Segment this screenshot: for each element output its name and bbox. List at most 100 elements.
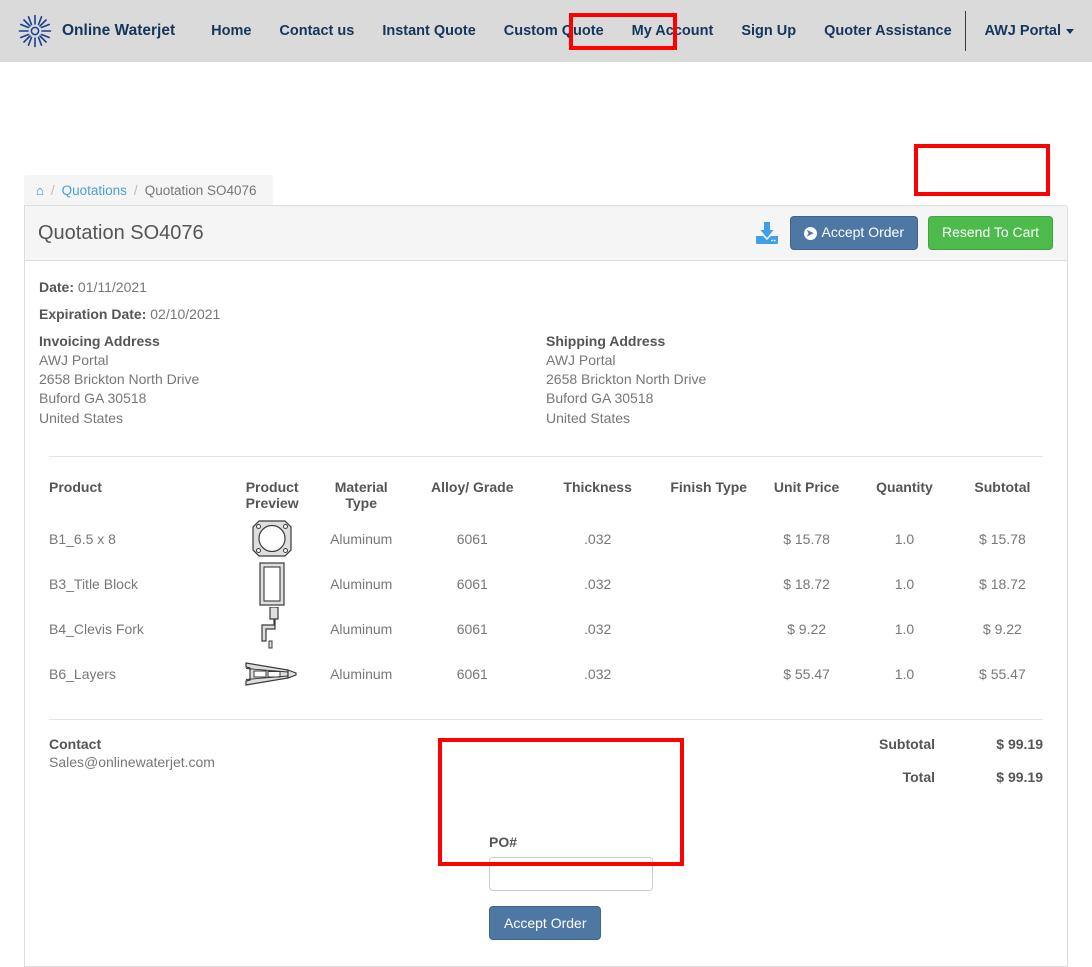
nav-links: Home Contact us Instant Quote Custom Quo… (197, 15, 966, 47)
cell-alloy-grade: 6061 (456, 621, 488, 638)
cell-material-type: Aluminum (330, 666, 393, 683)
total-value: $ 99.19 (996, 768, 1043, 785)
divider-below-table (49, 718, 1043, 720)
totals-block: Subtotal $ 99.19 Total $ 99.19 (673, 736, 1053, 802)
nav-link-custom-quote[interactable]: Custom Quote (490, 15, 618, 47)
breadcrumb-link-quotations[interactable]: Quotations (62, 183, 127, 198)
shipping-address-line: 2658 Brickton North Drive (546, 371, 707, 388)
table-row: B3_Title Block Aluminum 6061 .032 $ 18.7… (39, 562, 1053, 607)
nav-link-instant-quote[interactable]: Instant Quote (368, 15, 489, 47)
cell-unit-price: $ 9.22 (787, 621, 827, 638)
accept-order-header-button[interactable]: ➤ Accept Order (789, 216, 918, 250)
cell-product: B6_Layers (49, 666, 116, 683)
col-header-subtotal: Subtotal (974, 478, 1031, 495)
invoicing-address-line: 2658 Brickton North Drive (39, 371, 200, 388)
shipping-address-block: Shipping Address AWJ Portal 2658 Brickto… (546, 333, 1053, 428)
po-number-input[interactable] (489, 856, 653, 891)
invoicing-address-line: AWJ Portal (39, 352, 109, 368)
breadcrumb-current: Quotation SO4076 (144, 183, 257, 198)
table-row: B1_6.5 x 8 Aluminum 6061 .032 $ 15.78 1.… (39, 517, 1053, 562)
shipping-address-line: United States (546, 409, 631, 426)
chevron-down-icon (1066, 28, 1074, 34)
cell-subtotal: $ 9.22 (982, 621, 1022, 638)
cell-quantity: 1.0 (894, 531, 915, 548)
sunburst-logo-icon (18, 14, 52, 48)
cell-alloy-grade: 6061 (456, 576, 488, 593)
cell-product-preview (233, 652, 312, 697)
cell-unit-price: $ 15.78 (783, 531, 830, 548)
quotation-expiration-label: Expiration Date: (39, 306, 147, 322)
panel-body: Date: 01/11/2021 Expiration Date: 02/10/… (25, 261, 1067, 966)
table-row: B4_Clevis Fork Aluminum 6061 .032 $ 9.22… (39, 606, 1053, 652)
cell-alloy-grade: 6061 (456, 666, 488, 683)
nav-right-group: AWJ Portal (965, 0, 1074, 62)
subtotal-line: Subtotal $ 99.19 (673, 736, 1053, 752)
brand[interactable]: Online Waterjet (18, 14, 175, 48)
invoicing-address-block: Invoicing Address AWJ Portal 2658 Brickt… (39, 333, 546, 428)
cell-subtotal: $ 55.47 (979, 666, 1026, 683)
nav-link-quoter-assistance[interactable]: Quoter Assistance (810, 15, 966, 47)
quotation-expiration: Expiration Date: 02/10/2021 (39, 306, 1053, 322)
nav-link-my-account[interactable]: My Account (618, 15, 728, 47)
highlight-box-resend-to-cart (914, 144, 1050, 196)
cell-quantity: 1.0 (894, 621, 915, 638)
awj-portal-label: AWJ Portal (984, 23, 1061, 39)
cell-unit-price: $ 18.72 (783, 576, 830, 593)
invoicing-address-line: Buford GA 30518 (39, 390, 147, 407)
part-preview-fork-icon (233, 606, 312, 652)
accept-order-submit-button[interactable]: Accept Order (489, 905, 602, 940)
download-icon[interactable] (754, 220, 780, 246)
table-head: Product Product Preview Material Type Al… (39, 461, 1053, 517)
cell-unit-price: $ 55.47 (783, 666, 830, 683)
col-header-material-type: Material Type (334, 478, 388, 511)
nav-link-home[interactable]: Home (197, 15, 265, 47)
col-header-alloy-grade: Alloy/ Grade (431, 478, 514, 495)
panel-header: Quotation SO4076 ➤ Accept Order Resend To… (25, 206, 1067, 261)
cell-product: B3_Title Block (49, 576, 138, 593)
resend-to-cart-button[interactable]: Resend To Cart (927, 216, 1053, 250)
cell-alloy-grade: 6061 (456, 531, 488, 548)
cell-finish-type (661, 517, 756, 562)
cell-material-type: Aluminum (330, 531, 393, 548)
part-preview-flange-icon (233, 517, 312, 562)
shipping-address-line: Buford GA 30518 (546, 390, 654, 407)
total-label: Total (902, 768, 935, 785)
accept-order-header-label: Accept Order (821, 224, 904, 241)
top-navbar: Online Waterjet Home Contact us Instant … (0, 0, 1092, 62)
nav-link-sign-up[interactable]: Sign Up (727, 15, 810, 47)
home-icon[interactable]: ⌂ (36, 183, 44, 198)
cell-product-preview (233, 517, 312, 562)
invoicing-address-title: Invoicing Address (39, 333, 160, 349)
cell-material-type: Aluminum (330, 621, 393, 638)
cell-subtotal: $ 18.72 (979, 576, 1026, 593)
arrow-right-circle-icon: ➤ (803, 227, 817, 241)
part-preview-block-icon (233, 562, 312, 607)
breadcrumb-separator-2: / (133, 183, 138, 198)
table-header-row: Product Product Preview Material Type Al… (39, 461, 1053, 517)
shipping-address-line: AWJ Portal (546, 352, 616, 368)
divider-above-table (49, 455, 1043, 457)
brand-name: Online Waterjet (62, 22, 176, 39)
cell-product-preview (233, 606, 312, 652)
cell-finish-type (661, 607, 756, 652)
footer-row: Contact Sales@onlinewaterjet.com Subtota… (39, 736, 1053, 802)
col-header-quantity: Quantity (876, 478, 933, 495)
contact-email[interactable]: Sales@onlinewaterjet.com (49, 754, 599, 770)
breadcrumb-separator-1: / (50, 183, 55, 198)
nav-link-contact-us[interactable]: Contact us (265, 15, 368, 47)
cell-thickness: .032 (584, 621, 612, 638)
quotation-date-label: Date: (39, 279, 75, 295)
col-header-product: Product (49, 478, 102, 495)
panel-header-actions: ➤ Accept Order Resend To Cart (754, 216, 1053, 250)
cell-subtotal: $ 15.78 (979, 531, 1026, 548)
shipping-address-title: Shipping Address (546, 333, 666, 349)
quotation-date-value: 01/11/2021 (77, 279, 147, 295)
addresses-row: Invoicing Address AWJ Portal 2658 Brickt… (39, 333, 1053, 428)
col-header-finish-type: Finish Type (670, 478, 748, 495)
cell-quantity: 1.0 (894, 576, 915, 593)
line-items-table: Product Product Preview Material Type Al… (39, 461, 1053, 697)
awj-portal-dropdown[interactable]: AWJ Portal (984, 23, 1074, 39)
po-accept-order-form: PO# Accept Order (473, 820, 673, 956)
cell-product: B4_Clevis Fork (49, 621, 144, 638)
part-preview-layers-icon (233, 659, 312, 689)
